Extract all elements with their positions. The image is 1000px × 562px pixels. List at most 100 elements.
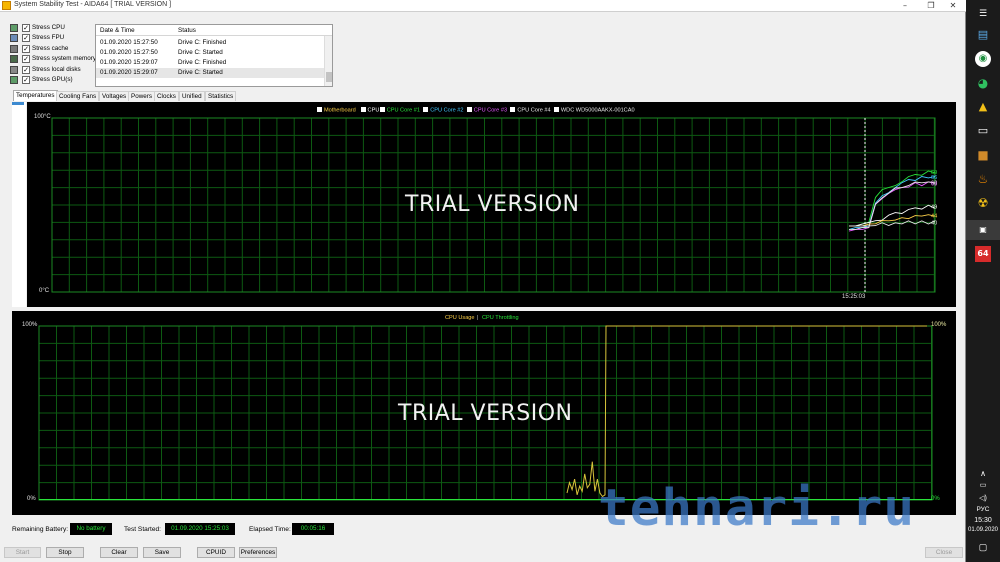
warning-app-icon[interactable]: ▲	[975, 99, 991, 115]
flame-app-icon[interactable]: ♨	[975, 171, 991, 187]
legend-item[interactable]: CPU Core #1	[379, 107, 420, 114]
legend-checkbox[interactable]	[379, 107, 385, 112]
log-status: Drive C: Started	[178, 48, 223, 56]
legend-item[interactable]: WDC WD5000AAKX-001CA0	[553, 107, 635, 114]
log-time: 01.09.2020 15:27:50	[100, 38, 158, 46]
stress-option[interactable]: ✓ Stress cache	[10, 44, 94, 54]
stress-checkbox[interactable]: ✓	[22, 75, 30, 84]
time-marker-label: 15:25:03	[842, 294, 866, 300]
log-scrollbar-thumb[interactable]	[326, 72, 332, 82]
stress-checkbox[interactable]: ✓	[22, 24, 30, 32]
notification-icon[interactable]: ▢	[966, 542, 1000, 553]
trial-watermark: TRIAL VERSION	[405, 192, 580, 217]
radiation-app-icon[interactable]: ☢	[975, 195, 991, 211]
legend-item[interactable]: CPU	[360, 107, 379, 114]
log-row[interactable]: 01.09.2020 15:29:07 Drive C: Started	[96, 67, 324, 78]
stop-button[interactable]: Stop	[46, 547, 84, 558]
stress-checkbox[interactable]: ✓	[22, 34, 30, 43]
legend-checkbox[interactable]	[510, 107, 516, 112]
cpu-icon	[10, 24, 18, 32]
y-axis-bottom-label: 0°C	[39, 288, 50, 294]
stress-label: Stress system memory	[32, 55, 97, 63]
stress-option[interactable]: ✓ Stress CPU	[10, 23, 94, 33]
minimize-button[interactable]: –	[892, 0, 918, 12]
tab-temperatures[interactable]: Temperatures	[13, 90, 58, 101]
legend-checkbox[interactable]	[553, 107, 559, 112]
legend-label: CPU Core #4	[517, 107, 551, 114]
tab-cooling-fans[interactable]: Cooling Fans	[56, 91, 100, 101]
tab-clocks[interactable]: Clocks	[154, 91, 179, 101]
save-button[interactable]: Save	[143, 547, 181, 558]
clear-button[interactable]: Clear	[100, 547, 138, 558]
desktop: System Stability Test - AIDA64 [ TRIAL V…	[0, 0, 1000, 562]
tab-unified[interactable]: Unified	[179, 91, 205, 101]
series-end-label: 49	[931, 205, 937, 211]
close-button[interactable]: Close	[925, 547, 963, 558]
test-started-value: 01.09.2020 15:25:03	[165, 523, 235, 535]
log-row[interactable]: 01.09.2020 15:27:50 Drive C: Started	[96, 48, 324, 58]
stress-checkbox[interactable]: ✓	[22, 65, 30, 74]
stress-label: Stress FPU	[32, 34, 65, 42]
legend-item-cpu-throttling[interactable]: CPU Throttling	[482, 315, 519, 321]
cpu-monitor-app-icon[interactable]: ▣	[966, 220, 1000, 240]
stress-checkbox[interactable]: ✓	[22, 44, 30, 53]
title-bar[interactable]: System Stability Test - AIDA64 [ TRIAL V…	[0, 0, 966, 12]
trial-watermark: TRIAL VERSION	[398, 401, 573, 426]
log-scrollbar[interactable]	[324, 36, 332, 86]
battery-value: No battery	[70, 523, 112, 535]
network-icon[interactable]: ▭	[966, 481, 1000, 489]
legend-item-cpu-usage[interactable]: CPU Usage	[445, 315, 475, 321]
legend-checkbox[interactable]	[317, 107, 322, 112]
legend-item[interactable]: CPU Core #2	[423, 107, 464, 114]
log-row[interactable]: 01.09.2020 15:29:07 Drive C: Finished	[96, 58, 324, 68]
cpuid-button[interactable]: CPUID	[197, 547, 235, 558]
start-button[interactable]: Start	[4, 547, 41, 558]
cache-icon	[10, 44, 18, 53]
legend-item[interactable]: Motherboard	[317, 107, 356, 114]
chrome-icon[interactable]: ◉	[975, 51, 991, 67]
volume-icon[interactable]: ◁)	[966, 494, 1000, 502]
stress-option[interactable]: ✓ Stress FPU	[10, 33, 94, 43]
stress-option[interactable]: ✓ Stress GPU(s)	[10, 75, 94, 85]
close-window-button[interactable]: ✕	[940, 0, 966, 12]
clock-time[interactable]: 15:30	[966, 517, 1000, 524]
legend-checkbox[interactable]	[360, 107, 366, 112]
log-time: 01.09.2020 15:29:07	[100, 58, 158, 66]
tray-expand-icon[interactable]: ∧	[966, 469, 1000, 478]
tab-powers[interactable]: Powers	[128, 91, 155, 101]
display-icon[interactable]: ▭	[975, 123, 991, 139]
clock-date[interactable]: 01.09.2020	[966, 527, 1000, 533]
legend-item[interactable]: CPU Core #4	[510, 107, 551, 114]
aida64-taskbar-icon[interactable]: 64	[975, 246, 991, 262]
legend-checkbox[interactable]	[466, 107, 472, 112]
usage-y-top-label: 100%	[22, 322, 38, 328]
aida64-window: System Stability Test - AIDA64 [ TRIAL V…	[0, 0, 966, 562]
tab-voltages[interactable]: Voltages	[99, 91, 130, 101]
legend-label: CPU Core #1	[386, 107, 420, 114]
event-log-table[interactable]: Date & Time Status 01.09.2020 15:27:50 D…	[95, 24, 333, 87]
log-row[interactable]: 01.09.2020 15:27:50 Drive C: Finished	[96, 38, 324, 48]
disk-icon	[10, 65, 18, 74]
column-header-datetime[interactable]: Date & Time	[100, 27, 135, 34]
stress-label: Stress CPU	[32, 24, 65, 31]
usage-right-top-label: 100%	[931, 322, 947, 328]
stress-checkbox[interactable]: ✓	[22, 55, 30, 64]
stress-option[interactable]: ✓ Stress system memory	[10, 54, 97, 64]
series-line	[849, 220, 936, 227]
stress-option[interactable]: ✓ Stress local disks	[10, 65, 94, 75]
legend-checkbox[interactable]	[423, 107, 429, 112]
package-icon[interactable]: ■	[975, 147, 991, 163]
file-explorer-icon[interactable]: ▤	[975, 27, 991, 43]
legend-separator: |	[477, 315, 479, 321]
elapsed-time-label: Elapsed Time:	[249, 526, 291, 533]
column-header-status[interactable]: Status	[178, 27, 196, 34]
tab-statistics[interactable]: Statistics	[205, 91, 237, 101]
preferences-button[interactable]: Preferences	[239, 547, 277, 558]
task-view-icon[interactable]: ☰	[975, 6, 991, 22]
graph-side-panel	[12, 102, 26, 307]
legend-item[interactable]: CPU Core #3	[466, 107, 507, 114]
graph-scroll-indicator[interactable]	[12, 102, 24, 105]
y-axis-top-label: 100°C	[34, 114, 51, 120]
messenger-icon[interactable]: ◕	[975, 75, 991, 91]
language-indicator[interactable]: РУС	[966, 506, 1000, 513]
